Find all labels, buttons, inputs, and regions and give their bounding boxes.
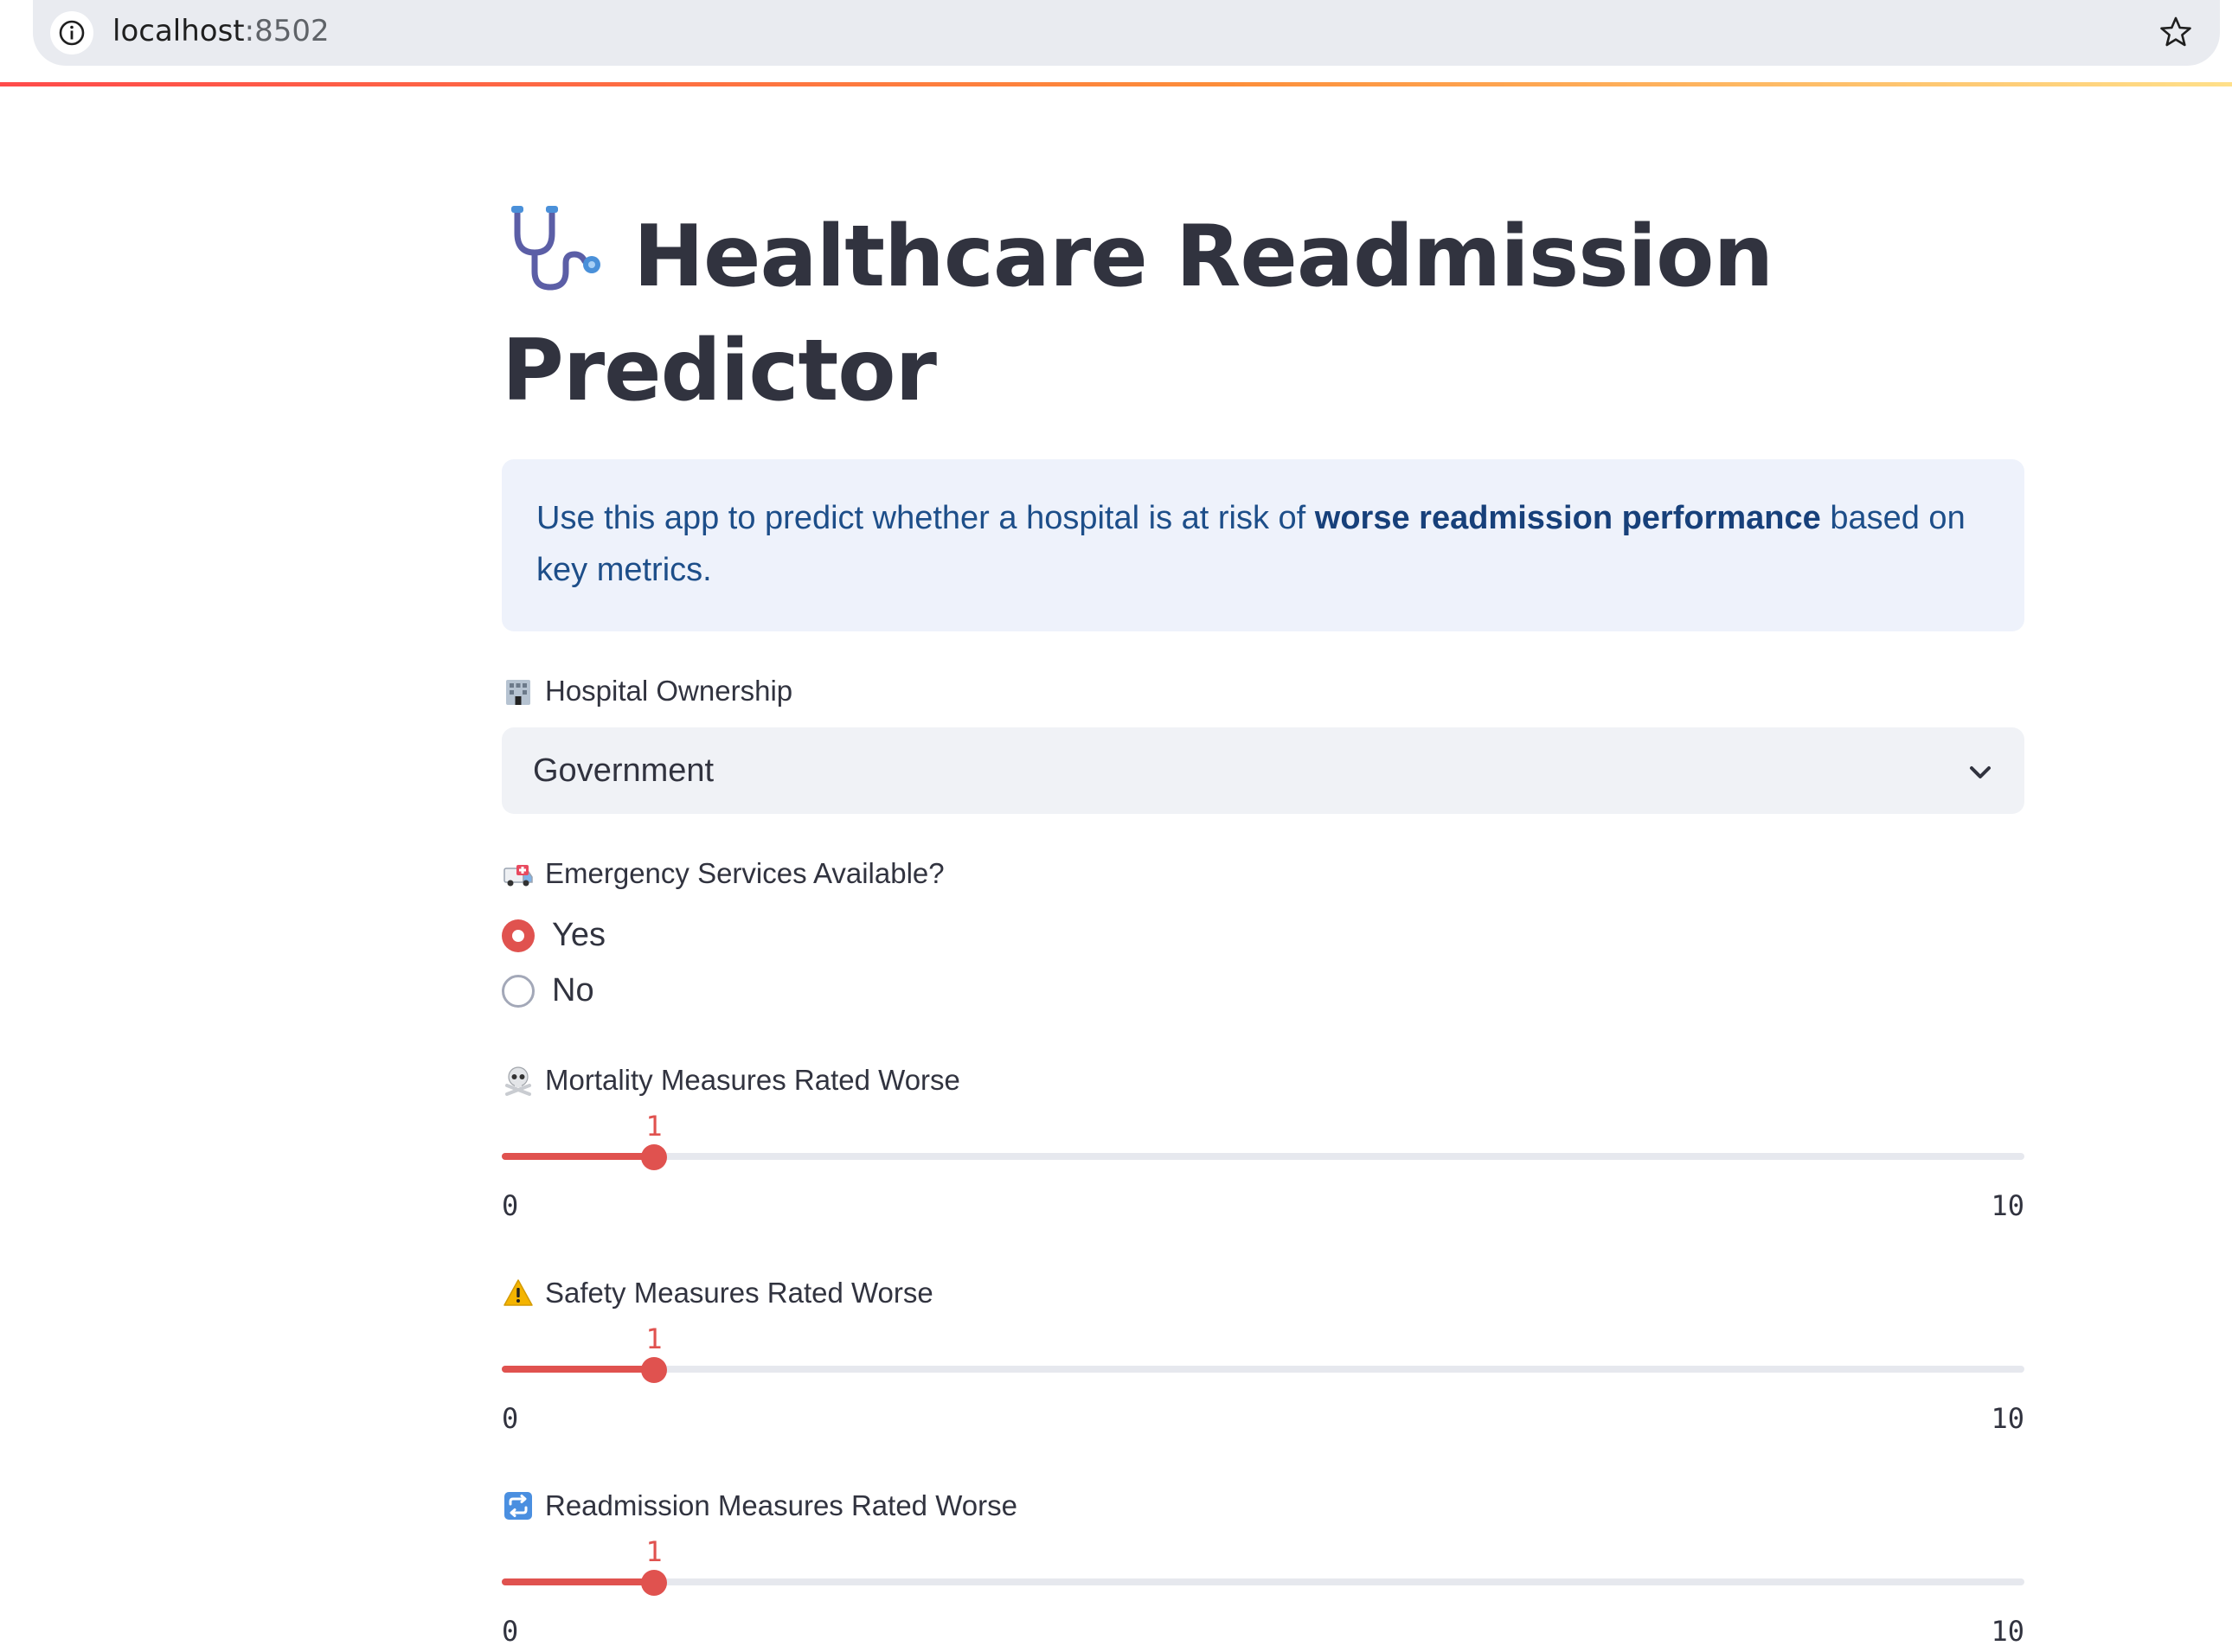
slider-max-label: 10 (1991, 1189, 2024, 1222)
radio-label-no: No (552, 972, 594, 1008)
slider-min-label: 0 (502, 1615, 519, 1648)
bookmark-star-icon[interactable] (2154, 10, 2197, 54)
url-text[interactable]: localhost:8502 (112, 12, 330, 50)
radio-option-yes[interactable]: Yes (502, 917, 606, 954)
slider-current-value: 1 (645, 1535, 663, 1568)
repeat-icon (502, 1489, 535, 1522)
readmission-label: Readmission Measures Rated Worse (502, 1487, 1017, 1525)
radio-button-yes[interactable] (502, 919, 535, 952)
slider-fill (502, 1366, 654, 1373)
warning-icon (502, 1277, 535, 1309)
info-alert: Use this app to predict whether a hospit… (502, 459, 2024, 631)
slider-max-label: 10 (1991, 1402, 2024, 1435)
ownership-select[interactable]: Government (502, 727, 2024, 814)
slider-thumb[interactable] (641, 1357, 667, 1383)
skull-crossbones-icon (502, 1064, 535, 1097)
slider-max-label: 10 (1991, 1615, 2024, 1648)
slider-track[interactable] (502, 1153, 2024, 1160)
slider-min-label: 0 (502, 1402, 519, 1435)
readmission-label-text: Readmission Measures Rated Worse (545, 1489, 1017, 1521)
slider-fill (502, 1578, 654, 1585)
slider-thumb[interactable] (641, 1144, 667, 1170)
radio-button-no[interactable] (502, 974, 535, 1008)
ambulance-icon (502, 857, 535, 890)
radio-option-no[interactable]: No (502, 972, 594, 1009)
slider-current-value: 1 (645, 1110, 663, 1143)
url-port: :8502 (244, 14, 330, 48)
mortality-label: Mortality Measures Rated Worse (502, 1061, 960, 1099)
safety-label-text: Safety Measures Rated Worse (545, 1277, 933, 1309)
url-host: localhost (112, 14, 245, 48)
loading-decoration-bar (0, 82, 2232, 86)
safety-label: Safety Measures Rated Worse (502, 1274, 933, 1312)
ownership-selected-value: Government (533, 752, 715, 789)
radio-label-yes: Yes (552, 917, 606, 953)
mortality-label-text: Mortality Measures Rated Worse (545, 1064, 960, 1096)
info-text-prefix: Use this app to predict whether a hospit… (536, 500, 1315, 536)
safety-slider[interactable]: 1 0 10 (502, 1322, 2024, 1435)
slider-thumb[interactable] (641, 1570, 667, 1596)
chevron-down-icon[interactable] (1967, 752, 1993, 790)
slider-track[interactable] (502, 1366, 2024, 1373)
ownership-label-text: Hospital Ownership (545, 675, 793, 707)
site-info-icon[interactable] (50, 11, 93, 54)
page-title: Healthcare Readmission Predictor (502, 199, 2024, 428)
slider-min-label: 0 (502, 1189, 519, 1222)
title-block: Healthcare Readmission Predictor (502, 199, 2024, 428)
address-bar[interactable]: localhost:8502 (33, 0, 2220, 66)
info-text-bold: worse readmission performance (1314, 500, 1821, 536)
mortality-slider[interactable]: 1 0 10 (502, 1110, 2024, 1222)
hospital-icon (502, 675, 535, 708)
page-title-text: Healthcare Readmission Predictor (502, 208, 1773, 420)
slider-current-value: 1 (645, 1322, 663, 1355)
ownership-label: Hospital Ownership (502, 672, 792, 710)
slider-fill (502, 1153, 654, 1160)
readmission-slider[interactable]: 1 0 10 (502, 1535, 2024, 1648)
stethoscope-icon (502, 199, 614, 294)
emergency-label-text: Emergency Services Available? (545, 857, 945, 889)
slider-track[interactable] (502, 1578, 2024, 1585)
emergency-label: Emergency Services Available? (502, 855, 945, 893)
